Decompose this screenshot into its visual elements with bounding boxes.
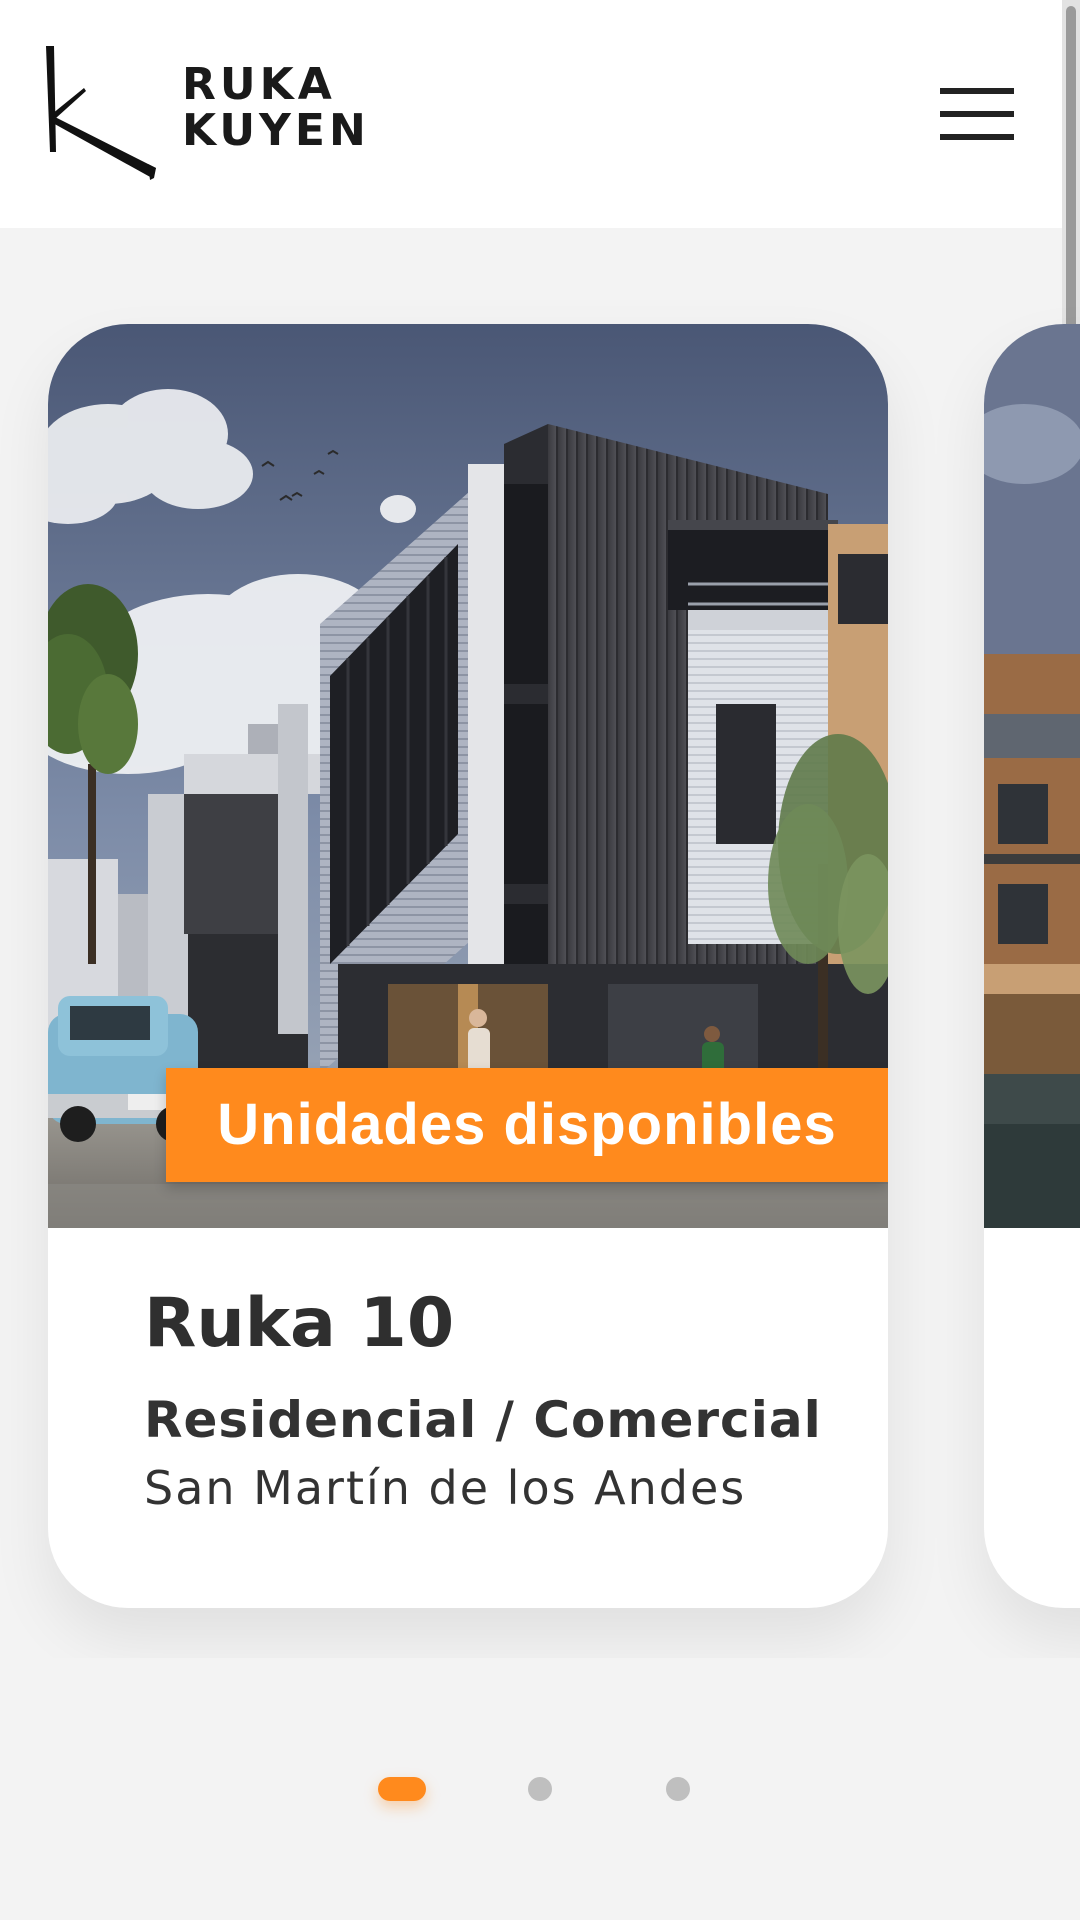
k-monogram-icon: [46, 46, 156, 180]
project-card-body: Ruka 10 Residencial / Comercial San Mart…: [144, 1284, 848, 1516]
pagination-dot-3[interactable]: [666, 1777, 690, 1801]
project-type: Residencial / Comercial: [144, 1391, 822, 1449]
project-location: San Martín de los Andes: [144, 1461, 747, 1515]
next-project-card[interactable]: [984, 324, 1080, 1608]
project-title: Ruka 10: [144, 1284, 455, 1363]
project-card[interactable]: Unidades disponibles Ruka 10 Residencial…: [48, 324, 888, 1608]
site-header: RUKA KUYEN: [0, 0, 1080, 228]
hamburger-menu-icon[interactable]: [940, 88, 1014, 140]
projects-carousel[interactable]: Unidades disponibles Ruka 10 Residencial…: [0, 228, 1080, 1658]
project-image: Unidades disponibles: [48, 324, 888, 1228]
brand-line-1: RUKA: [182, 59, 336, 110]
brand-wordmark: RUKA KUYEN: [182, 62, 370, 154]
pagination-dot-2[interactable]: [528, 1777, 552, 1801]
pagination-dot-1[interactable]: [378, 1777, 426, 1801]
carousel-pagination: [0, 1774, 1080, 1804]
availability-badge: Unidades disponibles: [166, 1068, 888, 1182]
brand-logo[interactable]: RUKA KUYEN: [44, 44, 374, 184]
next-project-image: [984, 324, 1080, 1228]
brand-line-2: KUYEN: [182, 105, 370, 156]
